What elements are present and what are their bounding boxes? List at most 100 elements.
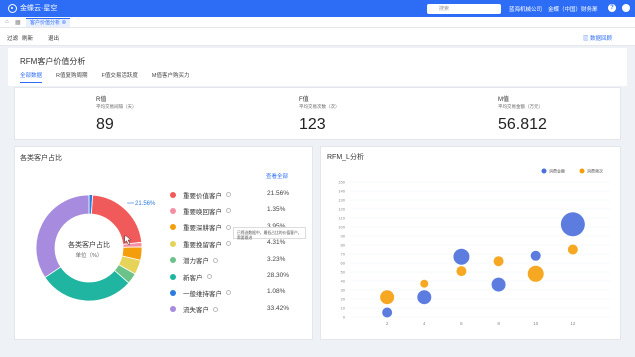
scatter-point[interactable] bbox=[420, 279, 429, 288]
home-icon[interactable]: ⌂ bbox=[5, 19, 9, 25]
legend-color-dot bbox=[170, 273, 176, 280]
company-name[interactable]: 蓝海机械公司 bbox=[509, 5, 542, 13]
scatter-point[interactable] bbox=[567, 244, 578, 255]
legend-color-dot bbox=[170, 240, 176, 247]
y-tick-label: 100 bbox=[338, 225, 345, 230]
legend-item[interactable]: 重要深耕客户 bbox=[170, 223, 231, 232]
legend-item[interactable]: 新客户 bbox=[170, 272, 212, 282]
x-tick-label: 6 bbox=[460, 321, 463, 326]
scatter-point[interactable] bbox=[491, 277, 506, 292]
search-input[interactable]: 搜索 bbox=[427, 4, 501, 14]
legend-color-dot bbox=[170, 306, 176, 313]
info-icon[interactable] bbox=[206, 274, 212, 279]
tab-m-value[interactable]: M值客户购买力 bbox=[152, 71, 190, 83]
legend-label: 重要深耕客户 bbox=[183, 225, 222, 233]
legend-label: 新客户 bbox=[183, 274, 203, 282]
scatter-point[interactable] bbox=[527, 265, 544, 282]
data-review-label: 数据回顾 bbox=[590, 36, 613, 42]
legend-percent: 4.31% bbox=[267, 239, 286, 247]
exit-button[interactable]: 退出 bbox=[48, 34, 59, 42]
legend-percent: 1.08% bbox=[267, 288, 286, 296]
kpi-m: M值 平均交易金额（万元） 56.812 bbox=[498, 94, 578, 134]
x-tick-label: 4 bbox=[423, 321, 426, 326]
donut-center-sub: 单位（%） bbox=[76, 251, 103, 259]
legend-percent: 21.56% bbox=[267, 190, 290, 197]
legend-label: 重要唤回客户 bbox=[183, 208, 222, 216]
close-icon[interactable]: ⊗ bbox=[61, 20, 66, 26]
kpi-sub: 平均交易次数（次） bbox=[299, 104, 340, 109]
top-bar: 金蝶云·星空 搜索 蓝海机械公司 金蝶（中国）财务部 ⌄ ? bbox=[0, 0, 635, 17]
legend-label: 重要挽留客户 bbox=[183, 241, 222, 249]
user-name[interactable]: 金蝶（中国）财务部 bbox=[548, 5, 598, 13]
apps-grid-icon[interactable]: ▦ bbox=[15, 19, 21, 26]
y-tick-label: 110 bbox=[339, 216, 346, 221]
legend-item[interactable]: 重要价值客户 bbox=[170, 190, 231, 200]
legend-label: 消费频次 bbox=[587, 168, 603, 174]
legend-item[interactable]: 流失客户 bbox=[170, 305, 218, 314]
scatter-point[interactable] bbox=[417, 290, 432, 305]
tab-r-value[interactable]: R值复购周期 bbox=[56, 71, 87, 83]
app-logo[interactable]: 金蝶云·星空 bbox=[8, 3, 57, 13]
legend-label: 流失客户 bbox=[183, 307, 209, 315]
filter-button[interactable]: 过滤 bbox=[7, 34, 18, 42]
legend-item[interactable]: 一般维持客户 bbox=[170, 288, 231, 298]
scatter-point[interactable] bbox=[560, 212, 585, 237]
scatter-point[interactable] bbox=[530, 250, 541, 261]
help-icon[interactable]: ? bbox=[608, 4, 616, 12]
x-tick-label: 12 bbox=[570, 321, 576, 326]
info-icon[interactable] bbox=[226, 224, 231, 230]
y-tick-label: 90 bbox=[341, 234, 346, 239]
legend-color-dot bbox=[170, 224, 176, 231]
y-tick-label: 120 bbox=[338, 207, 345, 212]
view-all-link[interactable]: 查看全部 bbox=[266, 172, 288, 180]
kpi-name: R值 bbox=[96, 97, 107, 103]
tab-customer-value[interactable]: 客户价值分析 ⊗ bbox=[26, 18, 71, 27]
x-tick-label: 10 bbox=[533, 321, 539, 326]
legend-marker bbox=[579, 168, 585, 174]
donut-panel-title: 各类客户占比 bbox=[20, 155, 62, 162]
kpi-name: F值 bbox=[299, 97, 309, 103]
info-icon[interactable] bbox=[226, 241, 231, 247]
info-icon[interactable] bbox=[213, 306, 218, 312]
legend-color-dot bbox=[170, 257, 176, 264]
legend-item[interactable]: 潜力客户 bbox=[170, 256, 218, 265]
chart-title: RFM_L分析 bbox=[327, 152, 364, 161]
legend-item[interactable]: 重要唤回客户 bbox=[170, 206, 231, 216]
legend-color-dot bbox=[170, 191, 176, 198]
toolbar: 过滤 刷新 退出 ▥ 数据回顾 bbox=[0, 28, 635, 46]
y-tick-label: 30 bbox=[341, 288, 346, 293]
donut-callout: 21.56% bbox=[135, 201, 156, 207]
scatter-point[interactable] bbox=[456, 266, 467, 277]
data-review-button[interactable]: ▥ 数据回顾 bbox=[583, 34, 612, 42]
y-tick-label: 150 bbox=[338, 180, 345, 185]
logo-icon bbox=[8, 3, 17, 13]
avatar[interactable] bbox=[622, 4, 630, 12]
tab-all-data[interactable]: 全部数据 bbox=[20, 71, 43, 83]
x-tick-label: 2 bbox=[386, 321, 389, 326]
scatter-point[interactable] bbox=[380, 290, 395, 305]
scatter-point[interactable] bbox=[493, 256, 504, 267]
y-tick-label: 80 bbox=[341, 243, 346, 248]
kpi-sub: 平均交易金额（万元） bbox=[498, 104, 543, 109]
y-tick-label: 40 bbox=[341, 279, 346, 284]
refresh-button[interactable]: 刷新 bbox=[22, 34, 33, 42]
donut-chart: 各类客户占比单位（%） 21.56% bbox=[35, 195, 156, 302]
info-icon[interactable] bbox=[226, 208, 231, 214]
info-icon[interactable] bbox=[213, 257, 218, 263]
y-tick-label: 60 bbox=[341, 261, 346, 266]
legend-marker bbox=[541, 168, 547, 174]
scatter-point[interactable] bbox=[382, 307, 393, 318]
info-icon[interactable] bbox=[226, 192, 231, 197]
legend-percent: 3.23% bbox=[267, 255, 286, 263]
logo-text: 金蝶云·星空 bbox=[20, 5, 58, 12]
kpi-value: 123 bbox=[299, 116, 326, 133]
kpi-f: F值 平均交易次数（次） 123 bbox=[299, 94, 379, 134]
y-tick-label: 10 bbox=[341, 306, 346, 311]
info-icon[interactable] bbox=[226, 290, 231, 296]
tab-f-value[interactable]: F值交易活跃度 bbox=[102, 71, 138, 83]
chevron-down-icon[interactable]: ⌄ bbox=[592, 4, 597, 11]
scatter-point[interactable] bbox=[453, 248, 470, 265]
legend-item[interactable]: 重要挽留客户 bbox=[170, 239, 231, 249]
page-tab-bar: ⌂ ▦ 客户价值分析 ⊗ bbox=[0, 17, 635, 28]
legend-percent: 28.30% bbox=[267, 272, 290, 279]
